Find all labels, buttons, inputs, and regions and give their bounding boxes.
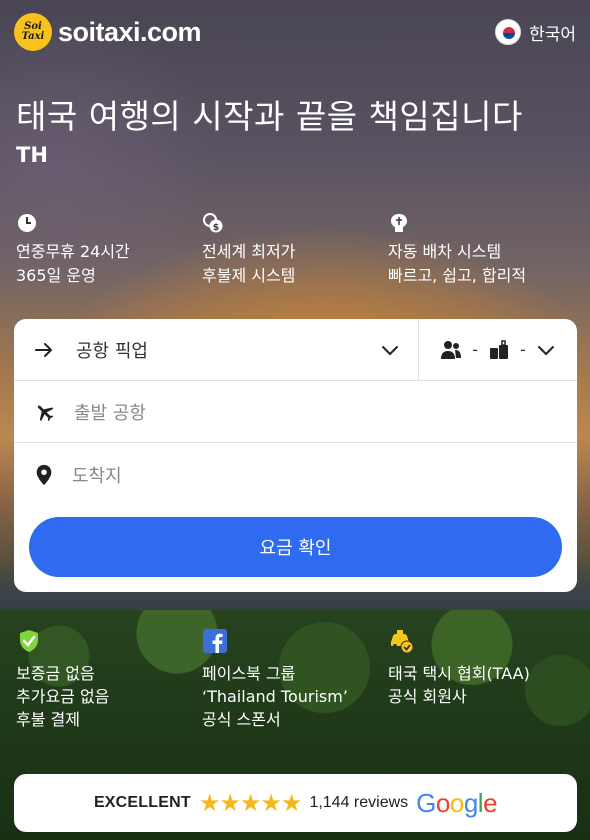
service-type-dropdown[interactable]: 공항 픽업 <box>14 319 419 380</box>
google-logo: Google <box>416 788 497 819</box>
passenger-luggage-selector[interactable]: - - <box>419 319 577 380</box>
badge-line2: 추가요금 없음 <box>16 687 110 706</box>
passenger-count: - <box>472 340 478 359</box>
korea-flag-icon <box>495 19 522 45</box>
language-label: 한국어 <box>529 24 576 45</box>
logo[interactable]: Soi Taxi soitaxi.com <box>14 13 202 51</box>
luggage-icon <box>490 339 508 359</box>
feature-item: 자동 배차 시스템 빠르고, 쉽고, 합리적 <box>388 212 574 288</box>
taxi-check-icon <box>391 630 414 654</box>
feature-list: 연중무휴 24시간 365일 운영 $ 전세계 최저가 후불제 시스템 자동 배… <box>16 212 574 288</box>
brain-icon <box>391 214 407 232</box>
badge-line2: 공식 회원사 <box>388 687 467 706</box>
google-logo-letter: g <box>463 787 478 818</box>
language-selector[interactable]: 한국어 <box>495 19 576 45</box>
svg-text:$: $ <box>213 223 219 233</box>
feature-line1: 연중무휴 24시간 <box>16 242 130 261</box>
check-fare-button[interactable]: 요금 확인 <box>29 517 562 577</box>
money-icon: $ <box>203 213 223 233</box>
badge-line1: 태국 택시 협회(TAA) <box>388 664 530 683</box>
hero-title: 태국 여행의 시작과 끝을 책임집니다 <box>16 97 523 136</box>
booking-options-row: 공항 픽업 - - <box>14 319 577 381</box>
service-type-label: 공항 픽업 <box>76 340 148 362</box>
trust-badges: 보증금 없음 추가요금 없음 후불 결제 페이스북 그룹 ‘Thailand T… <box>16 628 574 731</box>
destination-placeholder: 도착지 <box>72 466 122 487</box>
badge-line1: 보증금 없음 <box>16 664 95 683</box>
facebook-icon <box>203 629 227 653</box>
arrow-right-icon <box>35 342 52 357</box>
feature-line2: 빠르고, 쉽고, 합리적 <box>388 266 527 285</box>
google-logo-letter: o <box>449 787 464 818</box>
google-logo-letter: o <box>435 787 450 818</box>
badge-line2: ‘Thailand Tourism’ <box>202 687 348 706</box>
feature-line2: 후불제 시스템 <box>202 266 296 285</box>
site-name: soitaxi.com <box>58 16 202 47</box>
google-reviews-widget[interactable]: EXCELLENT ★★★★★ 1,144 reviews Google <box>14 774 577 832</box>
badge-item: 태국 택시 협회(TAA) 공식 회원사 <box>388 628 574 731</box>
top-header: Soi Taxi soitaxi.com 한국어 <box>14 12 576 52</box>
star-rating-icon: ★★★★★ <box>198 789 303 817</box>
badge-item[interactable]: 페이스북 그룹 ‘Thailand Tourism’ 공식 스폰서 <box>202 628 388 731</box>
chevron-down-icon <box>537 345 554 355</box>
google-logo-letter: e <box>483 787 498 818</box>
departure-field[interactable]: 출발 공항 <box>14 381 577 443</box>
badge-line3: 공식 스폰서 <box>202 710 281 729</box>
feature-item: 연중무휴 24시간 365일 운영 <box>16 212 202 288</box>
booking-form: 공항 픽업 - - 출발 공항 도착지 요금 확인 <box>14 319 577 592</box>
badge-line3: 후불 결제 <box>16 710 80 729</box>
departure-placeholder: 출발 공항 <box>74 402 146 424</box>
feature-item: $ 전세계 최저가 후불제 시스템 <box>202 212 388 288</box>
review-count: 1,144 reviews <box>309 794 409 811</box>
clock-icon <box>18 214 36 232</box>
shield-check-icon <box>20 630 38 652</box>
airplane-icon <box>37 404 54 421</box>
feature-line1: 자동 배차 시스템 <box>388 242 502 261</box>
hero-subtitle: TH <box>16 143 48 167</box>
map-pin-icon <box>36 464 52 486</box>
badge-item: 보증금 없음 추가요금 없음 후불 결제 <box>16 628 202 731</box>
feature-line1: 전세계 최저가 <box>202 242 296 261</box>
passengers-icon <box>441 340 462 359</box>
feature-line2: 365일 운영 <box>16 266 96 285</box>
luggage-count: - <box>520 340 526 359</box>
google-logo-letter: G <box>416 787 436 818</box>
logo-badge: Soi Taxi <box>14 13 52 51</box>
badge-line1: 페이스북 그룹 <box>202 664 296 683</box>
chevron-down-icon <box>382 345 398 355</box>
destination-field[interactable]: 도착지 <box>14 444 577 506</box>
logo-line2: Taxi <box>21 31 45 42</box>
rating-label: EXCELLENT <box>93 794 191 811</box>
